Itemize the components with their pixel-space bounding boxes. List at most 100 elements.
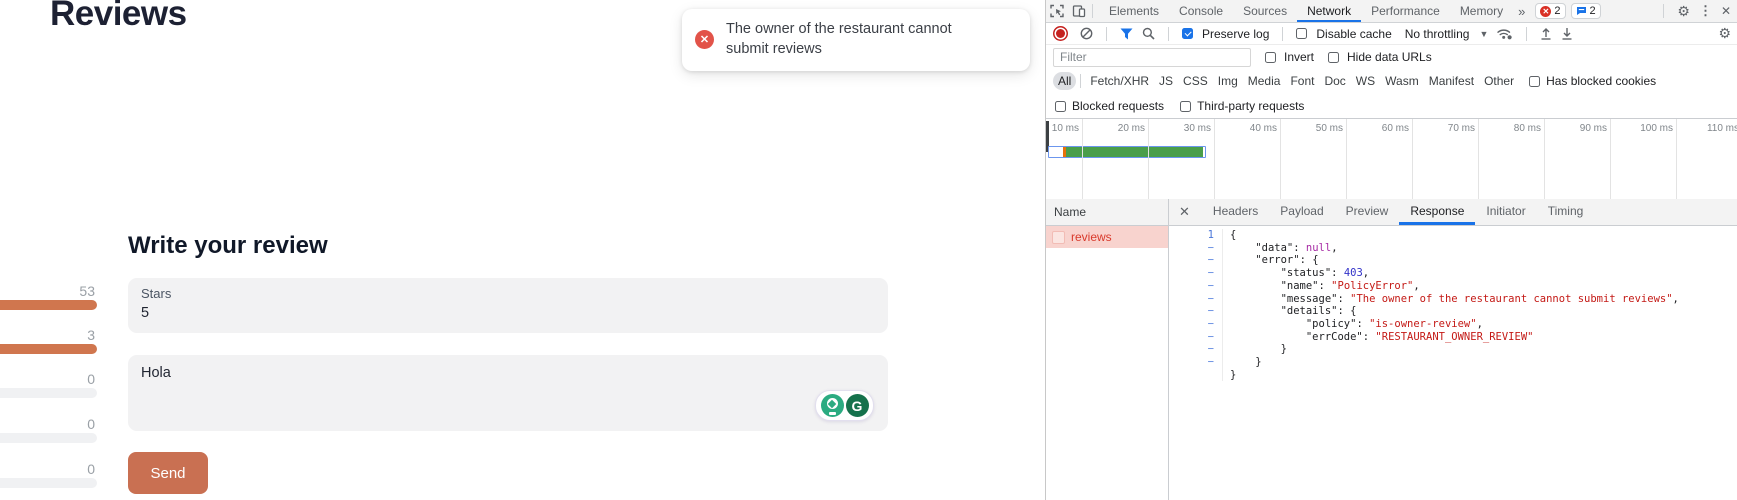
code-line: − "errCode": "RESTAURANT_OWNER_REVIEW" [1169,331,1737,344]
fold-marker[interactable]: − [1169,305,1223,318]
blocked-requests-checkbox[interactable] [1055,101,1066,112]
filter-type-manifest[interactable]: Manifest [1424,72,1479,90]
clear-network-log-icon[interactable] [1080,27,1093,40]
device-toolbar-icon[interactable] [1072,4,1086,18]
devtools-tab-elements[interactable]: Elements [1099,0,1169,22]
devtools-tab-console[interactable]: Console [1169,0,1233,22]
issues-count-badge[interactable]: 2 [1571,3,1601,19]
request-type-filters: All Fetch/XHRJSCSSImgMediaFontDocWSWasmMa… [1046,69,1737,93]
hide-data-urls-checkbox[interactable] [1328,52,1339,63]
detail-tab-timing[interactable]: Timing [1537,199,1595,225]
third-party-requests-checkbox[interactable] [1180,101,1191,112]
fold-marker[interactable]: − [1169,331,1223,344]
error-toast: ✕ The owner of the restaurant cannot sub… [682,9,1030,71]
fold-marker[interactable]: − [1169,318,1223,331]
filter-type-js[interactable]: JS [1154,72,1178,90]
fold-marker[interactable]: − [1169,254,1223,267]
code-line: − "message": "The owner of the restauran… [1169,293,1737,306]
export-har-icon[interactable] [1561,27,1573,40]
code-tokens: "details": { [1223,305,1356,318]
more-tabs-icon[interactable]: » [1513,4,1530,19]
code-line: − } [1169,356,1737,369]
rating-bar-empty [0,388,97,398]
fold-marker[interactable]: − [1169,343,1223,356]
code-line: − "policy": "is-owner-review", [1169,318,1737,331]
filter-type-ws[interactable]: WS [1351,72,1380,90]
error-count-badge[interactable]: ✕ 2 [1535,3,1565,19]
inspect-element-icon[interactable] [1050,4,1064,18]
divider [1168,27,1169,41]
filter-type-doc[interactable]: Doc [1319,72,1350,90]
timeline-gridline [1148,119,1149,199]
filter-type-other[interactable]: Other [1479,72,1519,90]
stars-field[interactable]: Stars 5 [128,278,888,333]
send-button[interactable]: Send [128,452,208,494]
overview-selection[interactable] [1048,146,1206,158]
fold-marker[interactable]: − [1169,356,1223,369]
devtools-tab-memory[interactable]: Memory [1450,0,1513,22]
code-tokens: } [1223,356,1262,369]
detail-tab-initiator[interactable]: Initiator [1475,199,1536,225]
stars-label: Stars [141,286,171,301]
timeline-gridline [1280,119,1281,199]
review-text: Hola [141,365,171,381]
filter-type-wasm[interactable]: Wasm [1380,72,1424,90]
code-line: − "status": 403, [1169,267,1737,280]
grammarly-widget[interactable]: G [815,390,874,421]
filter-type-css[interactable]: CSS [1178,72,1213,90]
devtools-tab-sources[interactable]: Sources [1233,0,1297,22]
code-line: 1{ [1169,229,1737,242]
fold-marker[interactable]: − [1169,280,1223,293]
kebab-menu-icon[interactable]: ⋮ [1699,3,1712,19]
grammarly-logo-icon[interactable]: G [846,394,869,417]
line-number: 1 [1169,229,1223,242]
record-network-log-icon[interactable] [1056,29,1065,38]
throttling-dropdown[interactable]: No throttling ▼ [1405,27,1489,41]
timeline-gridline [1214,119,1215,199]
filter-funnel-icon[interactable] [1120,28,1133,40]
detail-tab-preview[interactable]: Preview [1335,199,1400,225]
grammarly-suggestion-icon[interactable] [821,394,844,417]
review-textarea[interactable]: Hola G [128,355,888,431]
name-column-header[interactable]: Name [1046,199,1168,226]
filter-type-fetchxhr[interactable]: Fetch/XHR [1085,72,1154,90]
fold-marker[interactable]: − [1169,267,1223,280]
detail-tab-payload[interactable]: Payload [1269,199,1334,225]
chevron-down-icon: ▼ [1479,29,1488,39]
filter-type-font[interactable]: Font [1285,72,1319,90]
preserve-log-checkbox[interactable] [1182,28,1193,39]
divider [1663,4,1664,18]
invert-checkbox[interactable] [1265,52,1276,63]
network-settings-gear-icon[interactable]: ⚙ [1718,25,1731,42]
code-line: − "name": "PolicyError", [1169,280,1737,293]
search-icon[interactable] [1142,27,1155,40]
network-body: Name reviews ✕ HeadersPayloadPreviewResp… [1046,199,1737,500]
response-body-viewer[interactable]: 1{− "data": null,− "error": {− "status":… [1169,226,1737,500]
filter-type-img[interactable]: Img [1213,72,1243,90]
filter-type-all[interactable]: All [1053,72,1076,90]
fold-marker[interactable]: − [1169,242,1223,255]
import-har-icon[interactable] [1540,27,1552,40]
fold-marker[interactable]: − [1169,293,1223,306]
detail-tabbar: ✕ HeadersPayloadPreviewResponseInitiator… [1169,199,1737,226]
devtools-tabbar: ElementsConsoleSourcesNetworkPerformance… [1046,0,1737,23]
detail-tab-headers[interactable]: Headers [1202,199,1269,225]
timeline-tick-label: 40 ms [1219,123,1277,134]
close-detail-icon[interactable]: ✕ [1179,204,1190,220]
request-row[interactable]: reviews [1046,226,1168,248]
disable-cache-checkbox[interactable] [1296,28,1307,39]
network-overview-timeline[interactable]: 10 ms20 ms30 ms40 ms50 ms60 ms70 ms80 ms… [1046,119,1737,200]
filter-input[interactable] [1053,48,1251,67]
detail-tab-response[interactable]: Response [1399,199,1475,225]
code-tokens: "policy": "is-owner-review", [1223,318,1483,331]
devtools-tab-performance[interactable]: Performance [1361,0,1450,22]
settings-gear-icon[interactable]: ⚙ [1677,3,1690,20]
network-conditions-icon[interactable] [1497,28,1513,40]
timeline-tick-label: 30 ms [1153,123,1211,134]
code-tokens: "name": "PolicyError", [1223,280,1420,293]
close-devtools-icon[interactable]: ✕ [1721,4,1731,18]
has-blocked-cookies-checkbox[interactable] [1529,76,1540,87]
line-number [1169,369,1223,382]
devtools-tab-network[interactable]: Network [1297,0,1361,22]
filter-type-media[interactable]: Media [1243,72,1286,90]
